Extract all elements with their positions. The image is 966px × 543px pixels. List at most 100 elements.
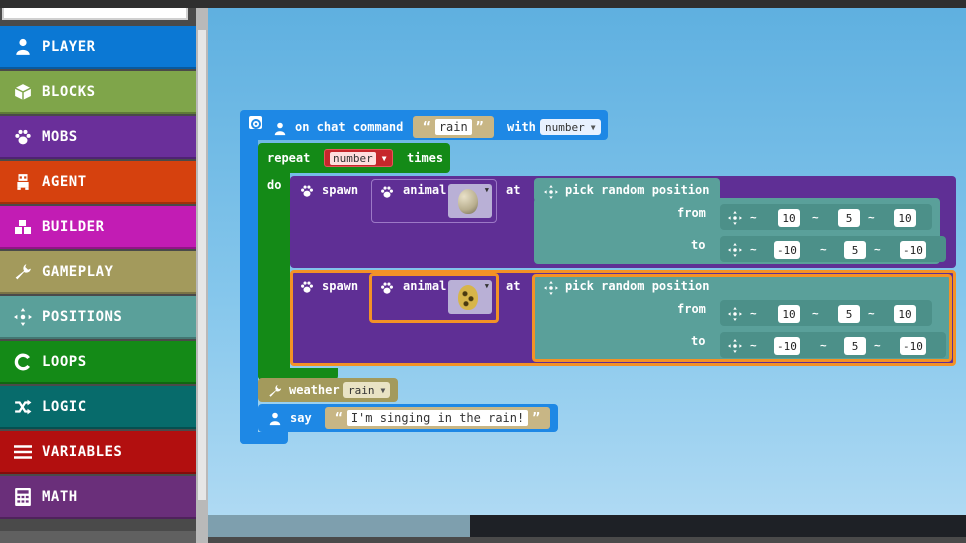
- workspace-footer-right: [470, 515, 966, 537]
- to-y-input[interactable]: 5: [844, 337, 866, 355]
- command-string-input[interactable]: “ rain ”: [413, 116, 494, 138]
- at-label: at: [506, 183, 521, 197]
- to-label: to: [691, 238, 706, 252]
- chevron-down-icon: ▼: [484, 186, 489, 194]
- category-label: GAMEPLAY: [42, 263, 114, 280]
- crosshair-icon: [544, 184, 558, 199]
- weather-dropdown-value: rain: [348, 383, 375, 397]
- spawn-label: spawn: [322, 183, 359, 197]
- to-y-input[interactable]: 5: [844, 241, 866, 259]
- toolbox: PLAYER BLOCKS MOBS AGENT BUILDER GAMEPLA…: [0, 8, 208, 543]
- from-z-input[interactable]: 10: [894, 305, 916, 323]
- weather-dropdown[interactable]: rain ▼: [343, 382, 391, 398]
- say-string-value[interactable]: I'm singing in the rain!: [346, 410, 529, 426]
- spawn-egg-icon: [458, 285, 478, 310]
- to-z-input[interactable]: -10: [900, 337, 926, 355]
- from-x-input[interactable]: 10: [778, 305, 800, 323]
- on-chat-command-label: on chat command: [295, 120, 404, 134]
- relative-tilde: ~: [874, 339, 881, 352]
- crosshair-icon: [728, 210, 742, 225]
- category-variables[interactable]: VARIABLES: [0, 431, 196, 474]
- loop-icon: [12, 352, 34, 372]
- category-logic[interactable]: LOGIC: [0, 386, 196, 429]
- paw-icon: [380, 184, 394, 198]
- at-label: at: [506, 279, 521, 293]
- chevron-down-icon: ▼: [590, 122, 596, 132]
- repeat-block-spine: [258, 168, 290, 380]
- event-block-footer: [240, 432, 288, 444]
- open-quote-icon: “: [423, 119, 431, 135]
- animal-dropdown[interactable]: ▼: [448, 280, 492, 314]
- say-string-input[interactable]: “ I'm singing in the rain! ”: [325, 407, 551, 429]
- relative-tilde: ~: [868, 307, 875, 320]
- list-icon: [12, 442, 34, 462]
- calculator-icon: [12, 487, 34, 507]
- toolbox-search-box[interactable]: [2, 8, 188, 20]
- category-math[interactable]: MATH: [0, 476, 196, 519]
- category-player[interactable]: PLAYER: [0, 26, 196, 69]
- relative-tilde: ~: [750, 339, 757, 352]
- to-x-input[interactable]: -10: [774, 241, 800, 259]
- workspace[interactable]: on chat command “ rain ” with number ▼ r…: [208, 8, 966, 543]
- crosshair-icon: [728, 306, 742, 321]
- toolbox-scroll-thumb[interactable]: [198, 30, 206, 500]
- category-mobs[interactable]: MOBS: [0, 116, 196, 159]
- param-dropdown-value: number: [545, 120, 585, 134]
- crosshair-icon: [728, 242, 742, 257]
- relative-tilde: ~: [868, 211, 875, 224]
- category-blocks[interactable]: BLOCKS: [0, 71, 196, 114]
- person-icon: [268, 411, 282, 426]
- category-agent[interactable]: AGENT: [0, 161, 196, 204]
- category-label: PLAYER: [42, 38, 96, 55]
- relative-tilde: ~: [750, 243, 757, 256]
- category-label: MOBS: [42, 128, 78, 145]
- from-y-input[interactable]: 5: [838, 209, 860, 227]
- cubes-icon: [12, 217, 34, 237]
- say-label: say: [290, 411, 312, 425]
- from-x-input[interactable]: 10: [778, 209, 800, 227]
- event-block-spine: [240, 132, 258, 444]
- from-y-input[interactable]: 5: [838, 305, 860, 323]
- person-icon: [12, 37, 34, 57]
- paw-icon: [300, 279, 314, 293]
- agent-icon: [12, 172, 34, 192]
- shuffle-icon: [12, 397, 34, 417]
- category-label: LOGIC: [42, 398, 87, 415]
- category-builder[interactable]: BUILDER: [0, 206, 196, 249]
- spawn-egg-icon: [458, 189, 478, 214]
- category-loops[interactable]: LOOPS: [0, 341, 196, 384]
- category-label: AGENT: [42, 173, 87, 190]
- category-label: POSITIONS: [42, 308, 123, 325]
- category-positions[interactable]: POSITIONS: [0, 296, 196, 339]
- to-z-input[interactable]: -10: [900, 241, 926, 259]
- animal-dropdown[interactable]: ▼: [448, 184, 492, 218]
- animal-label: animal: [403, 183, 447, 197]
- repeat-count-value: number: [330, 151, 376, 165]
- relative-tilde: ~: [812, 211, 819, 224]
- command-string-value[interactable]: rain: [434, 119, 472, 135]
- category-label: MATH: [42, 488, 78, 505]
- crosshair-icon: [544, 280, 558, 295]
- relative-tilde: ~: [820, 339, 827, 352]
- close-quote-icon: ”: [475, 119, 484, 135]
- category-gameplay[interactable]: GAMEPLAY: [0, 251, 196, 294]
- cube-icon: [12, 82, 34, 102]
- person-icon: [273, 121, 287, 136]
- from-label: from: [677, 302, 706, 316]
- pick-random-position-label: pick random position: [565, 279, 710, 293]
- to-x-input[interactable]: -10: [774, 337, 800, 355]
- wrench-icon: [268, 383, 282, 397]
- times-label: times: [407, 151, 444, 165]
- from-z-input[interactable]: 10: [894, 209, 916, 227]
- repeat-count-variable[interactable]: number ▼: [324, 149, 393, 167]
- with-label: with: [507, 120, 536, 134]
- crosshair-icon: [12, 307, 34, 327]
- gear-icon[interactable]: [249, 116, 262, 129]
- animal-label: animal: [403, 279, 447, 293]
- repeat-label: repeat: [267, 151, 311, 165]
- to-label: to: [691, 334, 706, 348]
- open-quote-icon: “: [335, 410, 343, 426]
- chevron-down-icon: ▼: [381, 153, 387, 163]
- spawn-label: spawn: [322, 279, 359, 293]
- param-dropdown[interactable]: number ▼: [540, 119, 601, 135]
